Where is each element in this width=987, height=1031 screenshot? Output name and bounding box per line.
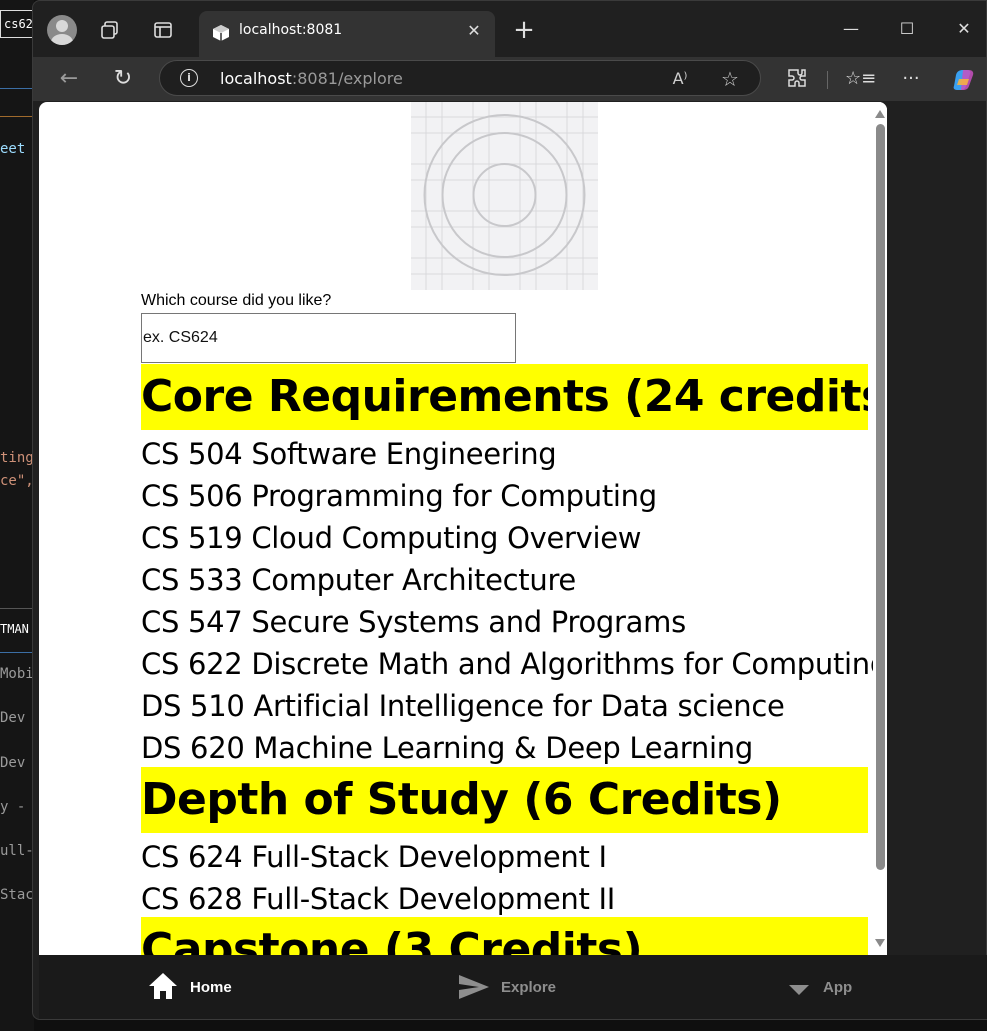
editor-code-line: ce",: [0, 473, 34, 489]
tab-title: localhost:8081: [239, 22, 343, 38]
bottom-tab-bar: Home Explore App: [39, 955, 987, 1019]
course-item: CS 547 Secure Systems and Programs: [141, 605, 686, 639]
search-label: Which course did you like?: [141, 292, 332, 309]
site-info-icon[interactable]: i: [180, 69, 198, 87]
tab-close-icon[interactable]: ✕: [463, 20, 485, 42]
editor-list-item: Stac: [0, 887, 34, 903]
editor-divider: [0, 88, 34, 89]
course-item: CS 624 Full-Stack Development I: [141, 840, 607, 874]
vertical-scrollbar[interactable]: [873, 102, 887, 955]
course-item: CS 519 Cloud Computing Overview: [141, 521, 642, 555]
scroll-up-arrow-icon[interactable]: [875, 110, 885, 118]
favorites-icon[interactable]: ☆≡: [845, 67, 876, 91]
explore-page: Which course did you like? Core Requirem…: [39, 102, 873, 955]
home-icon: [149, 973, 177, 999]
caret-down-icon: [789, 985, 809, 995]
tab-explore-label: Explore: [501, 979, 557, 996]
course-item: CS 622 Discrete Math and Algorithms for …: [141, 647, 873, 681]
browser-window: localhost:8081 ✕ + — ☐ ✕ ← ↻ i localhost…: [32, 0, 987, 1020]
browser-toolbar: ← ↻ i localhost:8081/explore A⁾ ☆ ☆≡ ···: [33, 57, 986, 101]
editor-list-item: Dev: [0, 755, 26, 771]
editor-list-item: Dev: [0, 710, 26, 726]
course-item: CS 628 Full-Stack Development II: [141, 882, 615, 916]
course-item: CS 533 Computer Architecture: [141, 563, 576, 597]
course-item: CS 506 Programming for Computing: [141, 479, 657, 513]
send-icon: [459, 975, 489, 999]
copilot-icon[interactable]: [951, 67, 975, 91]
editor-panel-title: TMAN: [0, 622, 29, 636]
scroll-thumb[interactable]: [876, 124, 885, 870]
course-search-input[interactable]: [141, 313, 516, 363]
browser-tab-active[interactable]: localhost:8081 ✕: [199, 11, 495, 57]
url-path: :8081/explore: [291, 69, 403, 88]
editor-list-item: ull-: [0, 843, 34, 859]
close-window-button[interactable]: ✕: [949, 15, 979, 45]
workspaces-icon[interactable]: [99, 19, 121, 41]
editor-divider: [0, 608, 34, 609]
page-viewport: Which course did you like? Core Requirem…: [39, 102, 887, 955]
course-item: DS 620 Machine Learning & Deep Learning: [141, 731, 753, 765]
more-menu-icon[interactable]: ···: [899, 67, 923, 91]
extensions-icon[interactable]: [785, 67, 809, 91]
course-item: CS 504 Software Engineering: [141, 437, 557, 471]
editor-list-item: y - F: [0, 799, 34, 815]
vertical-tabs-icon[interactable]: [152, 19, 174, 41]
profile-avatar[interactable]: [47, 15, 77, 45]
back-button[interactable]: ←: [55, 65, 83, 93]
url-text: localhost:8081/explore: [220, 69, 403, 88]
expo-favicon-icon: [211, 23, 231, 43]
editor-code-line: ting: [0, 450, 34, 466]
section-heading-capstone: Capstone (3 Credits): [141, 917, 868, 955]
scroll-down-arrow-icon[interactable]: [875, 939, 885, 947]
minimize-button[interactable]: —: [836, 15, 866, 45]
tab-app[interactable]: App: [787, 955, 897, 1019]
tab-explore[interactable]: Explore: [457, 955, 587, 1019]
section-heading-core: Core Requirements (24 credits): [141, 364, 868, 430]
tab-home-label: Home: [190, 979, 232, 996]
tab-app-label: App: [823, 979, 853, 996]
reload-button[interactable]: ↻: [109, 65, 137, 93]
url-host: localhost: [220, 69, 292, 88]
editor-divider: [0, 652, 34, 653]
maximize-button[interactable]: ☐: [892, 15, 922, 45]
background-editor-window: cs62 eet ting ce", TMAN Mobi Dev Dev y -…: [0, 0, 34, 1031]
editor-list-item: Mobi: [0, 666, 34, 682]
favorite-star-icon[interactable]: ☆: [718, 67, 742, 91]
address-bar[interactable]: i localhost:8081/explore A⁾ ☆: [159, 60, 761, 96]
toolbar-separator: [827, 71, 828, 89]
new-tab-button[interactable]: +: [511, 17, 537, 44]
course-item: DS 510 Artificial Intelligence for Data …: [141, 689, 785, 723]
title-bar: localhost:8081 ✕ + — ☐ ✕: [33, 1, 986, 57]
section-heading-depth: Depth of Study (6 Credits): [141, 767, 868, 833]
placeholder-logo-image: [411, 102, 598, 290]
editor-tab[interactable]: cs62: [0, 10, 34, 38]
tab-home[interactable]: Home: [147, 955, 257, 1019]
editor-divider: [0, 116, 34, 117]
editor-code-line: eet: [0, 141, 26, 157]
read-aloud-icon[interactable]: A⁾: [668, 67, 692, 91]
